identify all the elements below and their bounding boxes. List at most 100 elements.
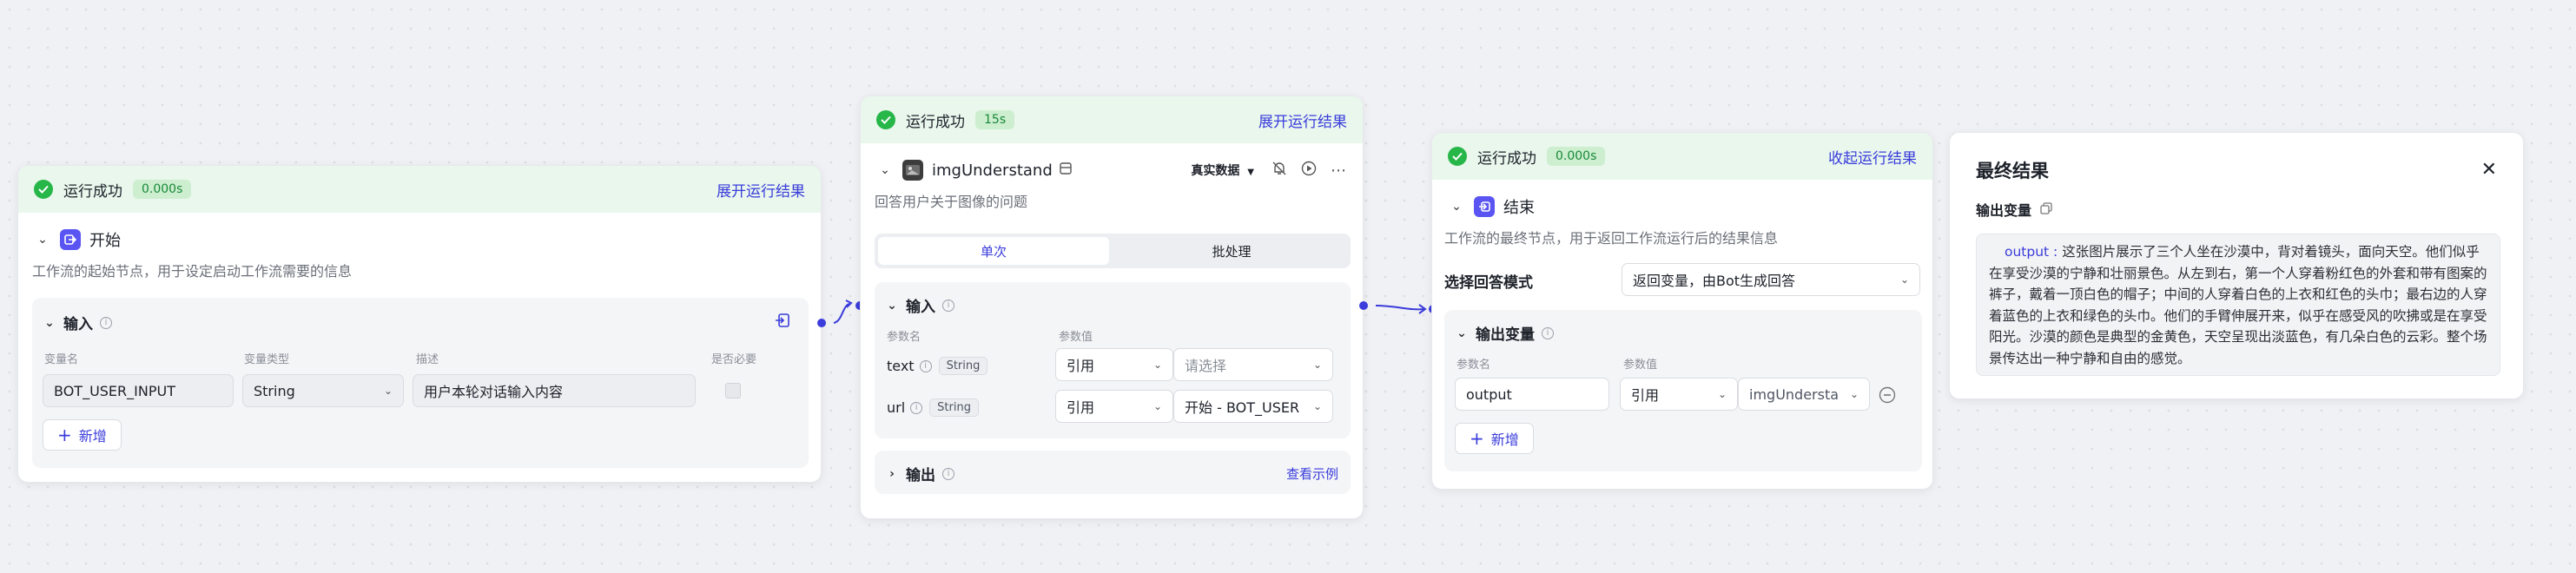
column-header: 参数名 bbox=[887, 331, 921, 344]
required-checkbox[interactable] bbox=[725, 383, 741, 398]
param-name: text bbox=[887, 358, 915, 374]
add-output-button[interactable]: + 新增 bbox=[1455, 423, 1534, 454]
success-check-icon bbox=[1448, 147, 1467, 166]
output-section-title[interactable]: › 输出 i bbox=[885, 463, 954, 484]
chevron-down-icon[interactable]: ⌄ bbox=[1448, 200, 1465, 214]
output-label: 输出变量 bbox=[1976, 202, 2032, 219]
param-name: url bbox=[887, 399, 906, 416]
chevron-down-icon: ⌄ bbox=[1153, 359, 1162, 371]
tab-batch[interactable]: 批处理 bbox=[1116, 237, 1347, 265]
add-label: 新增 bbox=[78, 428, 107, 445]
output-name-value: output bbox=[1466, 385, 1512, 403]
chevron-down-icon: ⌄ bbox=[1312, 400, 1322, 412]
output-mode-select[interactable]: 引用 ⌄ bbox=[1620, 378, 1738, 411]
info-icon: i bbox=[942, 467, 954, 480]
node-title: 开始 bbox=[89, 232, 121, 250]
output-section: › 输出 i 查看示例 bbox=[875, 451, 1351, 494]
node-title: imgUnderstand bbox=[932, 161, 1053, 180]
status-text: 运行成功 bbox=[1477, 149, 1536, 168]
start-node-card[interactable]: 运行成功 0.000s 展开运行结果 ⌄ 开始 工作流的起始节点，用于设定启动工… bbox=[17, 165, 822, 483]
start-node-icon bbox=[60, 229, 81, 250]
close-icon[interactable]: ✕ bbox=[2481, 159, 2497, 181]
output-name-input[interactable]: output bbox=[1455, 378, 1609, 411]
column-header: 参数值 bbox=[1059, 331, 1093, 344]
param-mode-select[interactable]: 引用 ⌄ bbox=[1055, 348, 1173, 381]
more-options-icon[interactable]: ⋯ bbox=[1331, 161, 1347, 180]
end-title-row: ⌄ 结束 bbox=[1432, 194, 1932, 220]
variable-name-input[interactable]: BOT_USER_INPUT bbox=[43, 374, 234, 407]
chevron-down-icon[interactable]: ⌄ bbox=[876, 163, 894, 177]
chevron-down-icon: ⌄ bbox=[1899, 273, 1909, 286]
end-status-bar: 运行成功 0.000s 收起运行结果 bbox=[1432, 133, 1932, 180]
param-value-placeholder: 请选择 bbox=[1185, 358, 1227, 374]
param-value-select[interactable]: 请选择 ⌄ bbox=[1173, 348, 1333, 381]
output-result-box: output : 这张图片展示了三个人坐在沙漠中，背对着镜头，面向天空。他们似乎… bbox=[1976, 234, 2500, 376]
param-row-url-label: url i String bbox=[887, 398, 979, 417]
play-icon[interactable] bbox=[1301, 161, 1317, 180]
success-check-icon bbox=[876, 110, 895, 129]
output-section-title[interactable]: ⌄ 输出变量 i bbox=[1455, 322, 1554, 344]
data-mode-value: 真实数据 bbox=[1191, 164, 1240, 178]
answer-mode-value: 返回变量，由Bot生成回答 bbox=[1633, 273, 1796, 289]
time-badge: 0.000s bbox=[133, 180, 192, 199]
start-title-row: ⌄ 开始 bbox=[18, 227, 821, 253]
input-section-title[interactable]: ⌄ 输入 i bbox=[885, 294, 954, 316]
variable-name-value: BOT_USER_INPUT bbox=[54, 382, 175, 399]
column-header: 是否必要 bbox=[711, 353, 757, 366]
copy-icon[interactable] bbox=[2040, 201, 2052, 218]
add-variable-button[interactable]: + 新增 bbox=[43, 419, 122, 451]
info-icon: i bbox=[919, 359, 932, 372]
time-badge: 15s bbox=[975, 110, 1015, 129]
output-value-select[interactable]: imgUndersta ⌄ bbox=[1738, 378, 1870, 411]
column-header: 参数值 bbox=[1623, 359, 1658, 372]
data-mode-select[interactable]: 真实数据 ▼ bbox=[1191, 161, 1254, 179]
column-header: 变量类型 bbox=[244, 353, 290, 366]
tab-single[interactable]: 单次 bbox=[878, 237, 1109, 265]
collapse-results-link[interactable]: 收起运行结果 bbox=[1828, 146, 1917, 168]
info-icon: i bbox=[100, 316, 112, 329]
chevron-right-icon[interactable]: › bbox=[885, 467, 899, 481]
chevron-down-icon[interactable]: ⌄ bbox=[43, 316, 56, 330]
time-badge: 0.000s bbox=[1547, 147, 1606, 166]
bell-off-icon[interactable] bbox=[1271, 161, 1287, 180]
output-text: 这张图片展示了三个人坐在沙漠中，背对着镜头，面向天空。他们似乎在享受沙漠的宁静和… bbox=[1989, 244, 2487, 366]
node-description: 工作流的起始节点，用于设定启动工作流需要的信息 bbox=[32, 263, 353, 280]
param-row-text-label: text i String bbox=[887, 357, 988, 375]
import-icon[interactable] bbox=[774, 312, 791, 333]
expand-results-link[interactable]: 展开运行结果 bbox=[717, 179, 805, 201]
storage-icon bbox=[1060, 161, 1072, 179]
img-understand-node-card[interactable]: 运行成功 15s 展开运行结果 ⌄ imgUnderstand 真实数据 ▼ ⋯… bbox=[860, 96, 1364, 519]
expand-results-link[interactable]: 展开运行结果 bbox=[1258, 109, 1347, 131]
node-description: 回答用户关于图像的问题 bbox=[875, 194, 1028, 210]
chevron-down-icon[interactable]: ⌄ bbox=[1455, 326, 1469, 340]
tab-label: 批处理 bbox=[1212, 243, 1252, 260]
input-section: ⌄ 输入 i 参数名 参数值 text i String 引用 ⌄ 请选择 ⌄ … bbox=[875, 282, 1351, 438]
variable-type-select[interactable]: String ⌄ bbox=[242, 374, 404, 407]
answer-mode-select[interactable]: 返回变量，由Bot生成回答 ⌄ bbox=[1622, 263, 1920, 296]
output-variables-section: ⌄ 输出变量 i 参数名 参数值 output 引用 ⌄ imgUndersta… bbox=[1444, 310, 1922, 471]
plugin-image-icon bbox=[902, 160, 923, 181]
input-section-title[interactable]: ⌄ 输入 i bbox=[43, 312, 112, 333]
remove-circle-icon[interactable] bbox=[1879, 386, 1896, 407]
success-check-icon bbox=[34, 180, 53, 199]
chevron-down-icon: ⌄ bbox=[383, 385, 393, 397]
param-mode-value: 引用 bbox=[1067, 358, 1095, 374]
output-value: imgUndersta bbox=[1749, 385, 1840, 403]
chevron-down-icon: ⌄ bbox=[1153, 400, 1162, 412]
view-example-link[interactable]: 查看示例 bbox=[1286, 464, 1338, 483]
final-result-panel: 最终结果 ✕ 输出变量 output : 这张图片展示了三个人坐在沙漠中，背对着… bbox=[1949, 132, 2524, 399]
caret-down-icon: ▼ bbox=[1247, 168, 1254, 177]
variable-description-input[interactable]: 用户本轮对话输入内容 bbox=[413, 374, 696, 407]
chevron-down-icon[interactable]: ⌄ bbox=[885, 299, 899, 313]
tab-label: 单次 bbox=[980, 243, 1007, 260]
param-value-select[interactable]: 开始 - BOT_USER ⌄ bbox=[1173, 390, 1333, 423]
chevron-down-icon[interactable]: ⌄ bbox=[34, 233, 51, 247]
param-mode-value: 引用 bbox=[1067, 399, 1095, 416]
end-node-card[interactable]: 运行成功 0.000s 收起运行结果 ⌄ 结束 工作流的最终节点，用于返回工作流… bbox=[1431, 132, 1933, 490]
column-header: 描述 bbox=[416, 353, 439, 366]
column-header: 变量名 bbox=[44, 353, 79, 366]
img-status-bar: 运行成功 15s 展开运行结果 bbox=[861, 96, 1363, 143]
output-variables-header: 输出变量 bbox=[1976, 199, 2052, 220]
param-mode-select[interactable]: 引用 ⌄ bbox=[1055, 390, 1173, 423]
section-label: 输入 bbox=[906, 299, 935, 316]
